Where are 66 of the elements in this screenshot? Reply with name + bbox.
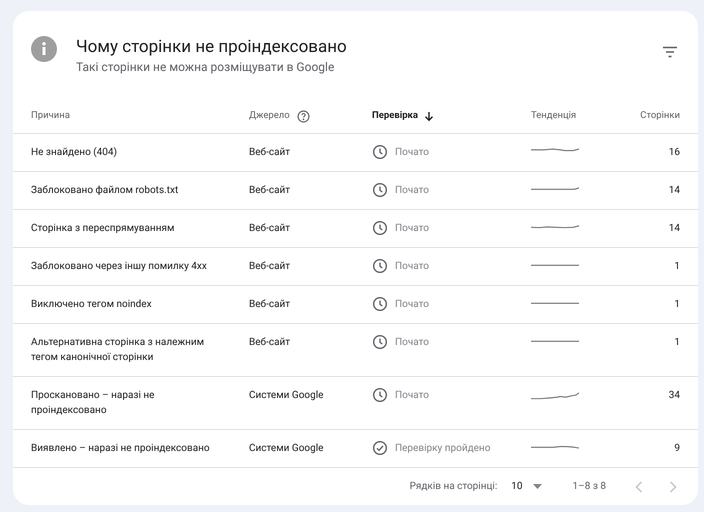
trend-sparkline: [531, 188, 579, 190]
column-header: Причина: [31, 108, 70, 123]
page-count: 1: [674, 260, 680, 274]
chevron-left-icon: [635, 480, 643, 493]
card-title: Чому сторінки не проіндексовано: [76, 36, 347, 58]
status-text: Почато: [395, 146, 429, 160]
sort-arrow-icon: [424, 110, 434, 122]
dropdown-caret-icon: [532, 484, 542, 490]
source-text: Веб-сайт: [249, 184, 292, 198]
page-count: 14: [668, 222, 680, 236]
source-text: Веб-сайт: [249, 146, 292, 160]
info-icon: [31, 36, 57, 62]
source-text: Системи Google: [249, 442, 324, 456]
clock-icon: [372, 182, 388, 198]
trend-sparkline: [531, 148, 579, 152]
reason-text: Альтернативна сторінка з належним тегом канонічної сторінки: [31, 336, 206, 366]
column-header: Тенденція: [531, 108, 576, 123]
status-text: Почато: [395, 184, 429, 198]
clock-icon: [372, 334, 388, 350]
source-text: Системи Google: [249, 389, 324, 404]
help-icon[interactable]: [296, 110, 310, 123]
clock-icon: [372, 296, 388, 312]
source-text: Веб-сайт: [249, 298, 292, 312]
trend-sparkline: [531, 446, 579, 449]
trend-sparkline: [531, 302, 579, 304]
status-text: Почато: [395, 388, 429, 403]
trend-sparkline: [531, 392, 579, 400]
reason-text: Не знайдено (404): [31, 146, 118, 160]
source-text: Веб-сайт: [249, 336, 292, 350]
status-text: Почато: [395, 336, 429, 350]
page-count: 14: [668, 184, 680, 198]
chevron-right-icon: [669, 480, 677, 493]
page-count: 16: [668, 146, 680, 160]
reason-text: Проскановано – наразі не проіндексовано: [31, 389, 156, 418]
reason-text: Виключено тегом noindex: [31, 298, 153, 312]
filter-button[interactable]: [660, 44, 680, 60]
page-count: 9: [674, 442, 680, 456]
reason-text: Сторінка з переспрямуванням: [31, 222, 176, 236]
status-text: Почато: [395, 298, 429, 312]
status-text: Почато: [395, 260, 429, 274]
trend-sparkline: [531, 264, 579, 266]
page-count: 1: [674, 298, 680, 312]
reason-text: Виявлено – наразі не проіндексовано: [31, 442, 211, 456]
page-count: 34: [668, 389, 680, 404]
reason-text: Заблоковано файлом robots.txt: [31, 184, 180, 198]
trend-sparkline: [531, 340, 579, 342]
source-text: Веб-сайт: [249, 260, 292, 274]
clock-icon: [372, 387, 388, 404]
card-subtitle: Такі сторінки не можна розміщувати в Google: [76, 59, 336, 76]
status-text: Почато: [395, 222, 429, 236]
rows-per-page-label: Рядків на сторінці:: [410, 480, 498, 494]
reason-text: Заблоковано через іншу помилку 4xx: [31, 260, 208, 274]
column-header: Джерело: [249, 108, 290, 123]
column-header: Сторінки: [640, 108, 680, 123]
clock-icon: [372, 144, 388, 160]
clock-icon: [372, 220, 388, 236]
page-range: 1–8 з 8: [572, 480, 606, 494]
filter-icon: [662, 46, 678, 58]
page-count: 1: [674, 336, 680, 350]
clock-icon: [372, 258, 388, 274]
trend-sparkline: [531, 225, 579, 228]
check-circle-icon: [372, 440, 388, 456]
source-text: Веб-сайт: [249, 222, 292, 236]
rows-per-page-select[interactable]: 10: [511, 479, 542, 494]
column-header[interactable]: Перевірка: [372, 108, 418, 124]
status-text: Перевірку пройдено: [395, 442, 490, 456]
